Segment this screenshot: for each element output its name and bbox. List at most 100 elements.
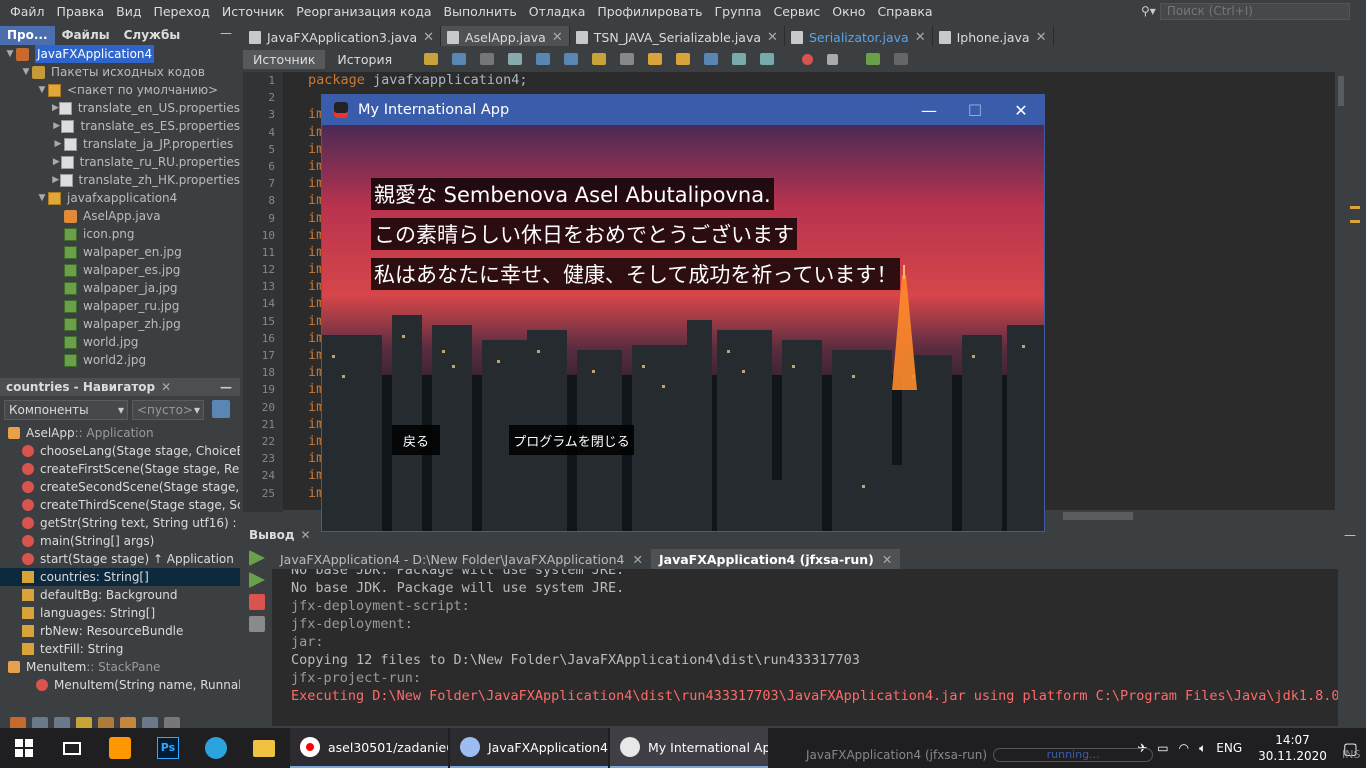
tree-item[interactable]: ▼ javafxapplication4 [0, 189, 240, 207]
menu-item-4[interactable]: Источник [216, 4, 290, 19]
close-icon[interactable]: ✕ [423, 30, 434, 45]
output-tab[interactable]: JavaFXApplication4 (jfxsa-run) ✕ [650, 549, 901, 569]
menu-item-12[interactable]: Справка [871, 4, 938, 19]
stop-icon[interactable] [249, 594, 265, 610]
menu-item-5[interactable]: Реорганизация кода [290, 4, 437, 19]
navigator-item[interactable]: MenuItem :: StackPane [0, 658, 240, 676]
filter-combo[interactable]: <пусто> ▾ [132, 400, 204, 420]
tree-item[interactable]: walpaper_es.jpg [0, 261, 240, 279]
menu-item-8[interactable]: Профилировать [591, 4, 708, 19]
menu-item-10[interactable]: Сервис [768, 4, 827, 19]
navigator-item[interactable]: createSecondScene(Stage stage, S [0, 478, 240, 496]
close-icon[interactable]: ✕ [301, 528, 311, 542]
shift-right-icon[interactable] [760, 53, 775, 65]
editor-tab[interactable]: Serializator.java ✕ [785, 26, 933, 46]
bookmark-next-icon[interactable] [676, 53, 691, 65]
maximize-window-button[interactable]: ☐ [952, 95, 998, 125]
telegram-icon[interactable] [192, 728, 240, 768]
photoshop-icon[interactable]: Ps [144, 728, 192, 768]
close-program-button[interactable]: プログラムを閉じる [509, 425, 634, 455]
rerun-icon[interactable] [249, 550, 265, 566]
minimize-icon[interactable]: — [220, 380, 240, 394]
menu-item-11[interactable]: Окно [826, 4, 871, 19]
rerun-params-icon[interactable] [249, 572, 265, 588]
tab-services[interactable]: Службы [117, 26, 188, 45]
navigator-item[interactable]: countries : String[] [0, 568, 240, 586]
close-icon[interactable]: ✕ [882, 552, 892, 567]
rect-select-icon[interactable] [620, 53, 635, 65]
navigator-item[interactable]: textFill : String [0, 640, 240, 658]
tree-item[interactable]: ▶ translate_es_ES.properties [0, 117, 240, 135]
navigator-item[interactable]: chooseLang(Stage stage, ChoiceBo [0, 442, 240, 460]
expand-arrow-icon[interactable]: ▼ [36, 81, 48, 99]
editor-tab[interactable]: Iphone.java ✕ [933, 26, 1054, 46]
navigator-item[interactable]: AselApp :: Application [0, 424, 240, 442]
search-input[interactable] [1159, 2, 1350, 20]
history-icon[interactable] [480, 53, 495, 65]
uncomment-icon[interactable] [894, 53, 909, 65]
expand-arrow-icon[interactable]: ▶ [52, 135, 64, 153]
navigator-item[interactable]: createFirstScene(Stage stage, Reso [0, 460, 240, 478]
menu-item-9[interactable]: Группа [709, 4, 768, 19]
tree-item[interactable]: walpaper_ru.jpg [0, 297, 240, 315]
toggle-highlight-icon[interactable] [592, 53, 607, 65]
tree-item[interactable]: ▶ translate_ru_RU.properties [0, 153, 240, 171]
taskbar-app[interactable]: asel30501/zadanie6... [290, 728, 448, 768]
tree-item[interactable]: ▶ translate_zh_HK.properties [0, 171, 240, 189]
taskbar-app[interactable]: JavaFXApplication4... [450, 728, 608, 768]
close-icon[interactable]: ✕ [767, 30, 778, 45]
filter-icon[interactable] [212, 400, 230, 418]
navigator-item[interactable]: MenuItem(String name, Runnable [0, 676, 240, 694]
tree-item[interactable]: walpaper_ja.jpg [0, 279, 240, 297]
minimize-icon[interactable]: — [1344, 528, 1366, 542]
tree-item[interactable]: walpaper_en.jpg [0, 243, 240, 261]
expand-arrow-icon[interactable]: ▶ [52, 99, 59, 117]
editor-tab[interactable]: AselApp.java ✕ [441, 26, 570, 46]
tree-item[interactable]: walpaper_zh.jpg [0, 315, 240, 333]
navigator-item[interactable]: defaultBg : Background [0, 586, 240, 604]
tree-item[interactable]: icon.png [0, 225, 240, 243]
tab-projects[interactable]: Про... [0, 26, 55, 45]
tree-item[interactable]: ▼ Пакеты исходных кодов [0, 63, 240, 81]
sublime-icon[interactable] [96, 728, 144, 768]
windows-start-icon[interactable] [0, 728, 48, 768]
close-icon[interactable]: ✕ [552, 30, 563, 45]
find-prev-icon[interactable] [536, 53, 551, 65]
output-tab[interactable]: JavaFXApplication4 - D:\New Folder\JavaF… [272, 549, 651, 569]
shift-left-icon[interactable] [732, 53, 747, 65]
navigator-item[interactable]: rbNew : ResourceBundle [0, 622, 240, 640]
history-view-button[interactable]: История [327, 50, 402, 69]
expand-arrow-icon[interactable]: ▼ [4, 45, 16, 63]
bookmark-toggle-icon[interactable] [704, 53, 719, 65]
file-explorer-icon[interactable] [240, 728, 288, 768]
navigator-item[interactable]: main(String[] args) [0, 532, 240, 550]
find-next-icon[interactable] [564, 53, 579, 65]
bookmark-prev-icon[interactable] [648, 53, 663, 65]
tab-files[interactable]: Файлы [55, 26, 117, 45]
tree-item[interactable]: ▼ JavaFXApplication4 [0, 45, 240, 63]
back-button[interactable]: 戻る [392, 425, 440, 455]
close-icon[interactable]: ✕ [161, 380, 171, 394]
search-icon[interactable] [508, 53, 523, 65]
expand-arrow-icon[interactable]: ▼ [20, 63, 32, 81]
settings-icon[interactable] [249, 616, 265, 632]
components-combo[interactable]: Компоненты ▾ [4, 400, 128, 420]
navigator-item[interactable]: languages : String[] [0, 604, 240, 622]
tree-item[interactable]: world.jpg [0, 333, 240, 351]
menu-item-1[interactable]: Правка [51, 4, 111, 19]
minimize-window-button[interactable]: — [906, 95, 952, 125]
menu-item-7[interactable]: Отладка [523, 4, 592, 19]
tree-item[interactable]: AselApp.java [0, 207, 240, 225]
stop-macro-icon[interactable] [827, 53, 839, 65]
expand-arrow-icon[interactable]: ▶ [52, 153, 61, 171]
menu-item-2[interactable]: Вид [110, 4, 147, 19]
menu-item-0[interactable]: Файл [4, 4, 51, 19]
taskbar-app[interactable]: My International App [610, 728, 768, 768]
menu-item-3[interactable]: Переход [147, 4, 215, 19]
expand-arrow-icon[interactable]: ▼ [36, 189, 48, 207]
navigator-item[interactable]: start(Stage stage) ↑ Application [0, 550, 240, 568]
record-macro-icon[interactable] [802, 53, 814, 65]
navigator-item[interactable]: getStr(String text, String utf16) : Stri… [0, 514, 240, 532]
close-icon[interactable]: ✕ [633, 552, 643, 567]
close-icon[interactable]: ✕ [1036, 30, 1047, 45]
